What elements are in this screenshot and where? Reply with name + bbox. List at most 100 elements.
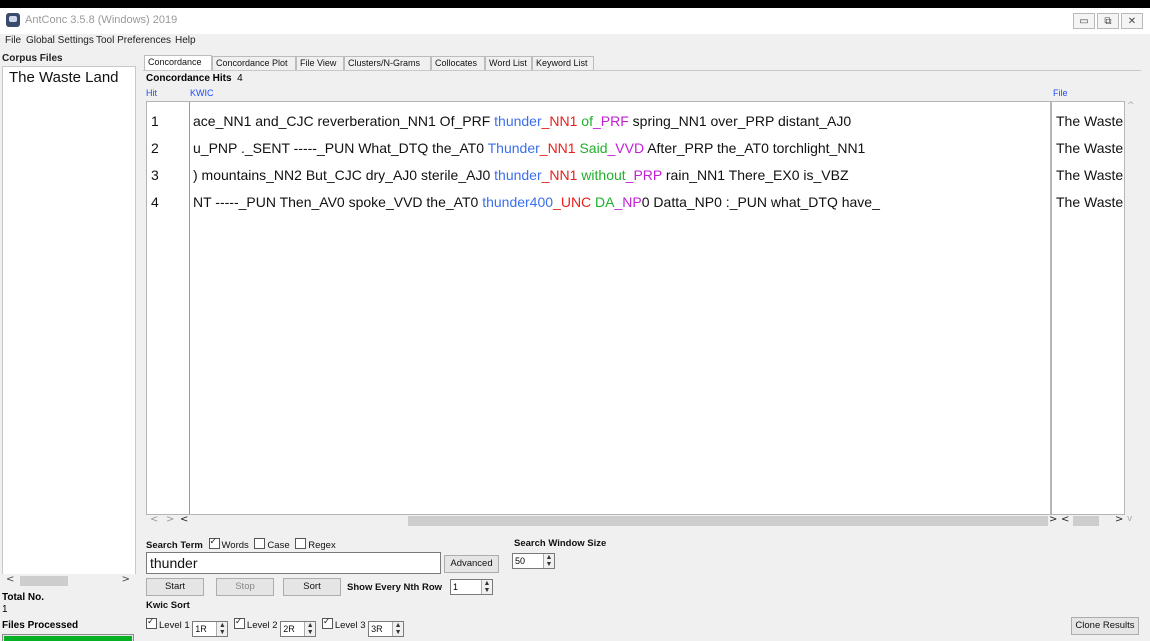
scroll-right-icon[interactable]: > [1115, 514, 1123, 525]
level-1-checkbox[interactable] [146, 616, 157, 629]
file-cell[interactable]: The Waste Land [1056, 167, 1124, 183]
corpus-file-item[interactable]: The Waste Land [9, 69, 119, 86]
hit-number[interactable]: 2 [151, 140, 159, 156]
scroll-up-icon[interactable]: ^ [1127, 101, 1135, 111]
level-2-checkbox[interactable] [233, 616, 245, 629]
level-3-checkbox[interactable] [321, 616, 333, 629]
stop-button[interactable]: Stop [216, 578, 274, 596]
scroll-left-icon[interactable]: < [1061, 514, 1069, 525]
nth-row-label: Show Every Nth Row [347, 582, 443, 593]
search-term-label: Search Term [146, 540, 203, 551]
kwic-next-word: Said [575, 140, 608, 156]
concordance-results[interactable]: 1 ace_NN1 and_CJC reverberation_NN1 Of_P… [146, 101, 1051, 515]
file-horizontal-scrollbar[interactable]: > < > v [1049, 514, 1139, 527]
scroll-left-icon[interactable]: < [150, 514, 158, 525]
kwic-keyword[interactable]: thunder400 [482, 194, 553, 210]
col-file-header[interactable]: File [1053, 88, 1068, 98]
kwic-line[interactable]: u_PNP ._SENT -----_PUN What_DTQ the_AT0 … [193, 140, 865, 156]
spinner-arrows-icon[interactable]: ▲ ▼ [392, 622, 404, 636]
case-checkbox[interactable] [254, 538, 266, 549]
total-no-label: Total No. [2, 592, 45, 603]
title-bar: AntConc 3.5.8 (Windows) 2019 ▭ ⧉ ✕ [0, 8, 1150, 34]
scroll-right-icon[interactable]: > [122, 574, 130, 585]
kwic-next-word: of [577, 113, 593, 129]
advanced-button[interactable]: Advanced [444, 555, 499, 573]
scroll-thumb[interactable] [408, 516, 1048, 526]
col-kwic-header[interactable]: KWIC [190, 88, 214, 98]
spinner-arrows-icon[interactable]: ▲ ▼ [216, 622, 228, 636]
tab-word-list[interactable]: Word List [485, 56, 532, 70]
file-cell[interactable]: The Waste Land [1056, 194, 1124, 210]
nth-row-spinner[interactable]: 1 ▲ ▼ [450, 579, 493, 595]
hit-number[interactable]: 1 [151, 113, 159, 129]
kwic-line[interactable]: ace_NN1 and_CJC reverberation_NN1 Of_PRF… [193, 113, 851, 129]
menu-file[interactable]: File [5, 35, 21, 46]
tab-file-view[interactable]: File View [296, 56, 344, 70]
concordance-pane: Concordance Hits 4 Hit KWIC File 1 ace_N… [143, 70, 1141, 641]
sort-button[interactable]: Sort [283, 578, 341, 596]
kwic-tag: _UNC [553, 194, 592, 210]
file-cell[interactable]: The Waste Land [1056, 140, 1124, 156]
tab-clusters-ngrams[interactable]: Clusters/N-Grams [344, 56, 431, 70]
tab-collocates[interactable]: Collocates [431, 56, 485, 70]
corpus-file-list[interactable]: The Waste Land [2, 66, 136, 588]
kwic-sort-label: Kwic Sort [146, 600, 190, 611]
kwic-tag: _NN1 [541, 113, 578, 129]
tab-concordance[interactable]: Concordance [144, 55, 212, 70]
spinner-arrows-icon[interactable]: ▲ ▼ [543, 554, 554, 568]
kwic-line[interactable]: NT -----_PUN Then_AV0 spoke_VVD the_AT0 … [193, 194, 880, 210]
kwic-left-context: ace_NN1 and_CJC reverberation_NN1 Of_PRF [193, 113, 495, 129]
file-cell[interactable]: The Waste Land [1056, 113, 1124, 129]
search-term-input[interactable]: thunder [146, 552, 441, 574]
antconc-app-icon [6, 13, 20, 27]
menu-help[interactable]: Help [175, 35, 196, 46]
kwic-next-tag: _PRP [625, 167, 662, 183]
tab-keyword-list[interactable]: Keyword List [532, 56, 594, 70]
regex-label: Regex [308, 540, 336, 551]
level-2-spinner[interactable]: 2R ▲ ▼ [280, 621, 317, 637]
scroll-right-icon[interactable]: > [166, 514, 174, 525]
minimize-icon[interactable]: ▭ [1073, 13, 1095, 29]
kwic-horizontal-scrollbar[interactable]: < > < [146, 514, 1049, 527]
hit-number[interactable]: 3 [151, 167, 159, 183]
close-icon[interactable]: ✕ [1121, 13, 1143, 29]
kwic-keyword[interactable]: thunder [494, 167, 541, 183]
kwic-left-context: NT -----_PUN Then_AV0 spoke_VVD the_AT0 [193, 194, 483, 210]
clone-results-button[interactable]: Clone Results [1071, 617, 1139, 635]
kwic-left-context: ) mountains_NN2 But_CJC dry_AJ0 sterile_… [193, 167, 495, 183]
words-label: Words [221, 540, 249, 551]
kwic-right-context: rain_NN1 There_EX0 is_VBZ [662, 167, 849, 183]
kwic-next-tag: _PRF [593, 113, 629, 129]
window-title: AntConc 3.5.8 (Windows) 2019 [25, 14, 178, 26]
scroll-left-icon[interactable]: < [180, 514, 188, 525]
start-button[interactable]: Start [146, 578, 204, 596]
tab-concordance-plot[interactable]: Concordance Plot [212, 56, 296, 70]
kwic-line[interactable]: ) mountains_NN2 But_CJC dry_AJ0 sterile_… [193, 167, 849, 183]
corpus-list-scrollbar[interactable]: < > [2, 574, 136, 588]
scroll-down-icon[interactable]: v [1127, 514, 1132, 524]
level-3-spinner[interactable]: 3R ▲ ▼ [368, 621, 405, 637]
menu-tool-preferences[interactable]: Tool Preferences [96, 35, 171, 46]
hit-number[interactable]: 4 [151, 194, 159, 210]
level-1-spinner[interactable]: 1R ▲ ▼ [192, 621, 229, 637]
search-window-size-spinner[interactable]: 50 ▲ ▼ [512, 553, 555, 569]
kwic-tag: _NN1 [541, 167, 578, 183]
regex-checkbox[interactable] [295, 538, 307, 549]
scroll-right-icon[interactable]: > [1049, 514, 1057, 525]
restore-icon[interactable]: ⧉ [1097, 13, 1119, 29]
results-vertical-scrollbar[interactable]: ^ [1125, 101, 1139, 513]
spinner-arrows-icon[interactable]: ▲ ▼ [481, 580, 492, 594]
level-1-label: Level 1 [159, 620, 190, 631]
scroll-thumb[interactable] [20, 576, 68, 586]
kwic-keyword[interactable]: Thunder [488, 140, 540, 156]
col-hit-header[interactable]: Hit [146, 88, 157, 98]
total-no-value: 1 [2, 604, 8, 615]
menu-global-settings[interactable]: Global Settings [26, 35, 94, 46]
file-column[interactable]: The Waste Land The Waste Land The Waste … [1051, 101, 1125, 515]
scroll-left-icon[interactable]: < [6, 574, 14, 585]
spinner-arrows-icon[interactable]: ▲ ▼ [304, 622, 316, 636]
scroll-thumb[interactable] [1073, 516, 1099, 526]
kwic-keyword[interactable]: thunder [494, 113, 541, 129]
words-checkbox[interactable] [208, 536, 220, 549]
concordance-hits: Concordance Hits 4 [146, 73, 243, 84]
